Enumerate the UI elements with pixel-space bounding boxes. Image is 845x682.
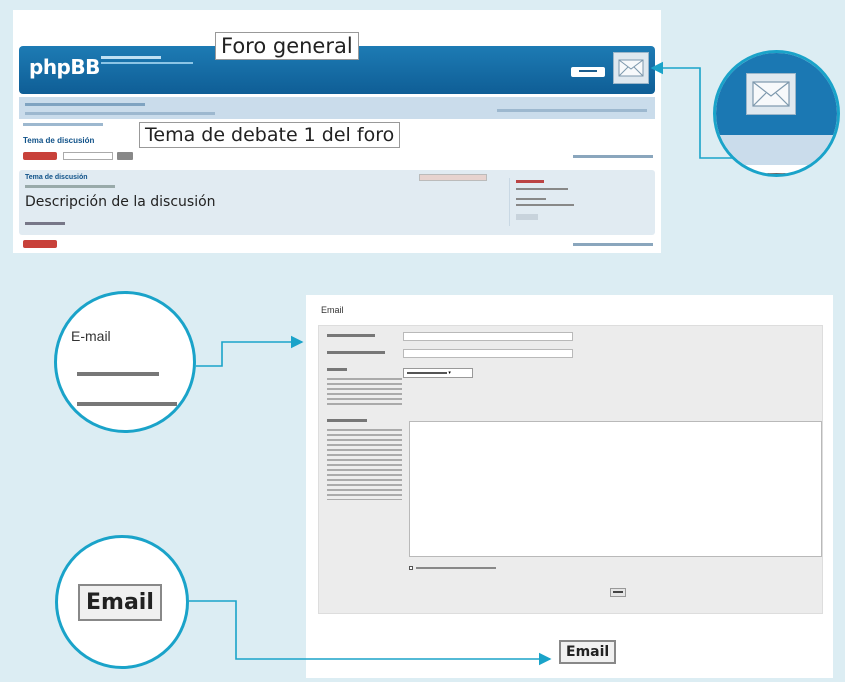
connector-email-button (189, 600, 552, 666)
connector-email-label (196, 335, 304, 367)
connector-lines (189, 61, 733, 666)
connector-mail (650, 61, 733, 159)
